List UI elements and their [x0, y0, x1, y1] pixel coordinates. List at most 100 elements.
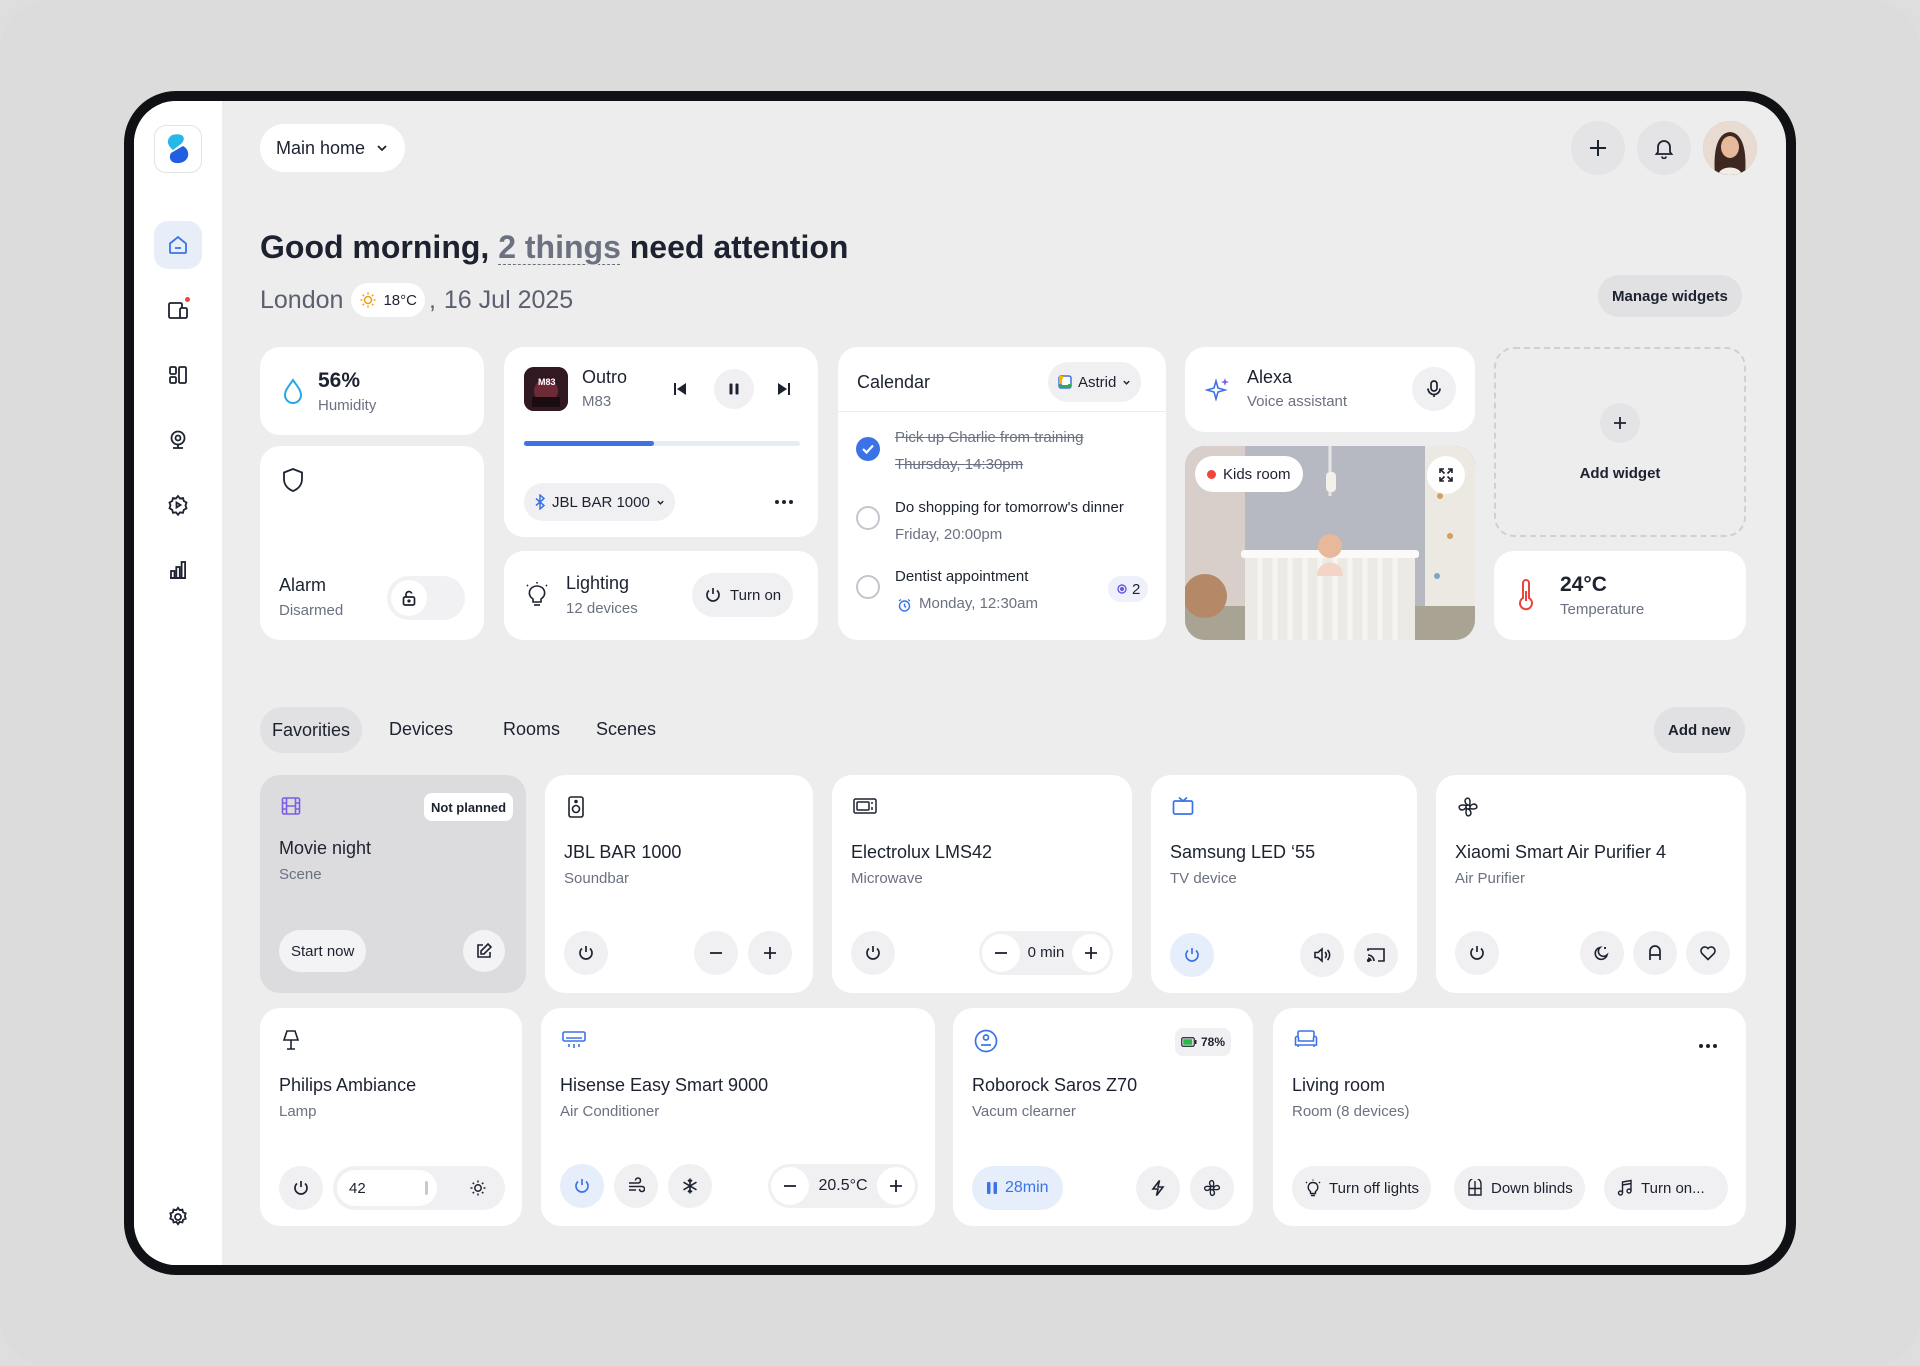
brightness-slider[interactable]: 42	[333, 1166, 505, 1210]
brightness-slider-handle[interactable]	[425, 1181, 428, 1195]
nav-home[interactable]	[154, 221, 202, 269]
tab-favorities[interactable]: Favorities	[260, 707, 363, 753]
start-scene-button[interactable]: Start now	[279, 930, 367, 972]
auto-mode-button[interactable]	[1633, 931, 1677, 975]
event-attendees-badge[interactable]: 2	[1108, 576, 1149, 602]
volume-down-button[interactable]	[694, 931, 738, 975]
calendar-title: Calendar	[857, 372, 931, 392]
power-button-on[interactable]	[1170, 933, 1214, 977]
device-title: Samsung LED ‘55	[1170, 842, 1316, 862]
app-logo[interactable]	[154, 125, 202, 173]
add-widget-button[interactable]	[1600, 403, 1640, 443]
timer-stepper[interactable]: 0 min	[979, 931, 1113, 975]
power-button-on[interactable]	[560, 1164, 604, 1208]
turn-on-music-button[interactable]: Turn on...	[1604, 1166, 1728, 1210]
pause-button[interactable]	[714, 369, 754, 409]
playback-progress-track[interactable]	[524, 441, 800, 446]
add-new-button[interactable]: Add new	[1654, 707, 1745, 753]
event-time: Thursday, 14:30pm	[895, 456, 1024, 473]
tab-devices[interactable]: Devices	[389, 719, 453, 740]
home-selector[interactable]: Main home	[260, 124, 406, 172]
event-title: Pick up Charlie from training	[895, 429, 1084, 446]
power-button[interactable]	[1455, 931, 1499, 975]
device-card-samsung[interactable]: Samsung LED ‘55 TV device	[1151, 775, 1417, 993]
nav-cameras[interactable]	[154, 416, 202, 464]
user-avatar[interactable]	[1703, 121, 1757, 175]
shield-icon	[283, 468, 303, 492]
camera-expand-button[interactable]	[1427, 456, 1465, 494]
notifications-button[interactable]	[1637, 121, 1691, 175]
humidity-widget[interactable]: 56% Humidity	[260, 347, 484, 435]
device-card-roborock[interactable]: 78% Roborock Saros Z70 Vacum clearner 28…	[953, 1008, 1253, 1226]
nav-devices[interactable]	[154, 286, 202, 334]
favorite-button[interactable]	[1686, 931, 1730, 975]
calendar-account-selector[interactable]: Astrid	[1048, 362, 1142, 402]
lighting-widget[interactable]: Lighting 12 devices Turn on	[504, 551, 818, 640]
event-checkbox[interactable]	[856, 575, 880, 599]
event-time: Friday, 20:00pm	[895, 526, 1003, 543]
temperature-decrease-button[interactable]	[771, 1167, 809, 1205]
nav-settings[interactable]	[154, 1193, 202, 1241]
camera-widget[interactable]: Kids room	[1185, 446, 1475, 640]
date: 16 Jul 2025	[443, 285, 574, 314]
device-card-xiaomi[interactable]: Xiaomi Smart Air Purifier 4 Air Purifier	[1436, 775, 1746, 993]
event-checkbox[interactable]	[856, 506, 880, 530]
volume-up-button[interactable]	[748, 931, 792, 975]
add-button[interactable]	[1571, 121, 1625, 175]
cast-button[interactable]	[1354, 933, 1398, 977]
event-checkbox-checked[interactable]	[856, 437, 880, 461]
alarm-widget[interactable]: Alarm Disarmed	[260, 446, 484, 640]
temperature-stepper[interactable]: 20.5°C	[768, 1164, 918, 1208]
next-button[interactable]	[766, 371, 802, 407]
nav-automation[interactable]	[154, 481, 202, 529]
camera-room-label[interactable]: Kids room	[1195, 456, 1303, 492]
cool-mode-button[interactable]	[668, 1164, 712, 1208]
heart-icon	[1700, 946, 1716, 961]
tab-scenes[interactable]: Scenes	[596, 719, 656, 740]
add-widget-placeholder[interactable]: Add widget	[1494, 347, 1746, 537]
night-mode-button[interactable]	[1580, 931, 1624, 975]
alarm-lock-toggle[interactable]	[387, 576, 465, 620]
music-widget[interactable]: M83 Outro M83 JBL BAR 1000	[504, 347, 818, 537]
power-button[interactable]	[279, 1166, 323, 1210]
microphone-button[interactable]	[1412, 367, 1456, 411]
temperature-increase-button[interactable]	[877, 1167, 915, 1205]
edit-scene-button[interactable]	[463, 930, 505, 972]
attention-link[interactable]: 2 things	[498, 229, 621, 265]
plus-icon	[890, 1180, 902, 1192]
room-more-button[interactable]	[1688, 1028, 1728, 1064]
humidity-label: Humidity	[318, 397, 377, 414]
device-card-philips[interactable]: Philips Ambiance Lamp 42	[260, 1008, 522, 1226]
more-options-button[interactable]	[766, 484, 802, 520]
device-card-hisense[interactable]: Hisense Easy Smart 9000 Air Conditioner …	[541, 1008, 935, 1226]
room-card-living-room[interactable]: Living room Room (8 devices) Turn off li…	[1273, 1008, 1746, 1226]
brightness-icon	[470, 1180, 486, 1196]
humidity-value: 56%	[318, 369, 361, 392]
light-bulb-icon	[1305, 1179, 1321, 1197]
volume-button[interactable]	[1300, 933, 1344, 977]
device-card-electrolux[interactable]: Electrolux LMS42 Microwave 0 min	[832, 775, 1132, 993]
power-button[interactable]	[851, 931, 895, 975]
tab-rooms[interactable]: Rooms	[503, 719, 560, 740]
alexa-widget[interactable]: Alexa Voice assistant	[1185, 347, 1475, 432]
nav-dashboard[interactable]	[154, 351, 202, 399]
down-blinds-button[interactable]: Down blinds	[1454, 1166, 1585, 1210]
power-button[interactable]	[564, 931, 608, 975]
output-device-selector[interactable]: JBL BAR 1000	[524, 483, 675, 521]
manage-widgets-button[interactable]: Manage widgets	[1598, 275, 1742, 317]
previous-button[interactable]	[662, 371, 698, 407]
timer-increase-button[interactable]	[1072, 934, 1110, 972]
cleaning-timer-button[interactable]: 28min	[972, 1166, 1063, 1210]
nav-statistics[interactable]	[154, 546, 202, 594]
temperature-widget[interactable]: 24°C Temperature	[1494, 551, 1746, 640]
track-title: Outro	[582, 367, 628, 387]
lighting-turn-on-button[interactable]: Turn on	[692, 573, 794, 617]
suction-mode-button[interactable]	[1190, 1166, 1234, 1210]
device-card-jbl[interactable]: JBL BAR 1000 Soundbar	[545, 775, 813, 993]
scene-card-movie-night[interactable]: Not planned Movie night Scene Start now	[260, 775, 526, 993]
calendar-widget[interactable]: Calendar Astrid Pick up Charlie from tra…	[838, 347, 1166, 640]
timer-decrease-button[interactable]	[982, 934, 1020, 972]
fan-mode-button[interactable]	[614, 1164, 658, 1208]
turn-off-lights-button[interactable]: Turn off lights	[1292, 1166, 1432, 1210]
turbo-mode-button[interactable]	[1136, 1166, 1180, 1210]
